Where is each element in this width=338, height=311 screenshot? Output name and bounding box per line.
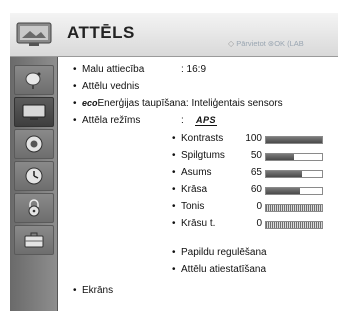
clock-icon — [25, 167, 43, 185]
setting-row[interactable]: • Spilgtums — [172, 150, 225, 161]
setting-value: 50 — [250, 150, 262, 161]
speaker-icon — [25, 135, 43, 153]
eco-icon: eco — [82, 98, 98, 108]
menu-item-aspect-ratio[interactable]: • Malu attiecība : 16:9 — [73, 64, 206, 75]
setting-value: 0 — [256, 218, 262, 229]
menu-item-picture-reset[interactable]: • Attēlu atiestatīšana — [172, 264, 266, 275]
screen-label: Ekrāns — [82, 285, 114, 296]
navigation-hint: ◇ Pārvietot ⊛OK (LAB — [228, 39, 304, 48]
aspect-ratio-value: : 16:9 — [181, 64, 207, 75]
energy-saving-label: Enerģijas taupīšana: Inteliģentais senso… — [97, 98, 283, 109]
setting-label: Spilgtums — [181, 150, 225, 161]
navigate-arrows-icon: ◇ — [228, 39, 235, 48]
aspect-ratio-label: Malu attiecība — [82, 64, 145, 75]
setting-row[interactable]: • Asums — [172, 167, 212, 178]
picture-wizard-label: Attēlu vednis — [82, 81, 140, 92]
tv-picture-icon — [22, 104, 46, 120]
setting-row[interactable]: • Kontrasts — [172, 133, 223, 144]
setting-slider-fill — [266, 188, 300, 194]
setting-value: 60 — [250, 184, 262, 195]
lock-icon — [28, 199, 40, 217]
picture-mode-label: Attēla režīms — [82, 115, 141, 126]
page-title: ATTĒLS — [67, 23, 135, 42]
picture-menu-window: ATTĒLS ◇ Pārvietot ⊛OK (LAB • Malu attie… — [10, 13, 338, 311]
setting-slider[interactable] — [265, 170, 323, 178]
setting-slider[interactable] — [265, 204, 323, 212]
aps-mode-badge: APS — [195, 115, 218, 126]
setting-slider[interactable] — [265, 136, 323, 144]
menu-header: ATTĒLS ◇ Pārvietot ⊛OK (LAB — [10, 13, 338, 57]
setting-label: Krāsu t. — [181, 218, 216, 229]
sidebar-item-time[interactable] — [14, 161, 54, 191]
picture-mode-separator: : — [181, 115, 184, 126]
picture-reset-label: Attēlu atiestatīšana — [181, 264, 267, 275]
sidebar-item-picture[interactable] — [14, 97, 54, 127]
menu-item-screen[interactable]: • Ekrāns — [73, 285, 113, 296]
menu-item-energy-saving[interactable]: • ecoEnerģijas taupīšana: Inteliģentais s… — [73, 98, 283, 109]
menu-item-advanced-control[interactable]: • Papildu regulēšana — [172, 247, 267, 258]
setting-slider-fill — [266, 171, 303, 177]
menu-item-picture-mode[interactable]: • Attēla režīms : APS — [73, 115, 218, 126]
setting-slider-fill — [266, 154, 294, 160]
setting-row[interactable]: • Tonis — [172, 201, 204, 212]
setting-slider[interactable] — [265, 221, 323, 229]
sidebar-item-audio[interactable] — [14, 129, 54, 159]
setting-label: Tonis — [181, 201, 205, 212]
sidebar-item-option[interactable] — [14, 225, 54, 255]
category-sidebar — [10, 57, 58, 311]
setting-label: Kontrasts — [181, 133, 224, 144]
setting-label: Asums — [181, 167, 212, 178]
setting-row[interactable]: • Krāsu t. — [172, 218, 215, 229]
setting-value: 65 — [250, 167, 262, 178]
setting-slider[interactable] — [265, 153, 323, 161]
sidebar-item-setup[interactable] — [14, 65, 54, 95]
setting-value: 0 — [256, 201, 262, 212]
picture-menu-icon — [16, 22, 52, 48]
advanced-control-label: Papildu regulēšana — [181, 247, 267, 258]
setting-label: Krāsa — [181, 184, 208, 195]
menu-item-picture-wizard[interactable]: • Attēlu vednis — [73, 81, 139, 92]
suitcase-icon — [24, 232, 44, 248]
setting-value: 100 — [245, 133, 262, 144]
satellite-dish-icon — [25, 72, 41, 89]
setting-row[interactable]: • Krāsa — [172, 184, 207, 195]
sidebar-item-lock[interactable] — [14, 193, 54, 223]
setting-slider-fill — [266, 137, 322, 143]
menu-content: • Malu attiecība : 16:9 • Attēlu vednis • e… — [59, 57, 338, 311]
setting-slider[interactable] — [265, 187, 323, 195]
